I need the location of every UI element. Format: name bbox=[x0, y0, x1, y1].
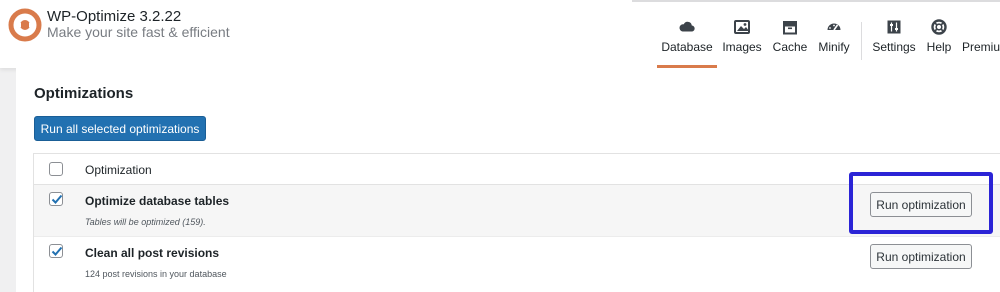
select-all-checkbox[interactable] bbox=[49, 162, 63, 176]
images-icon bbox=[734, 20, 750, 34]
checkmark-icon bbox=[51, 246, 63, 256]
top-header: WP-Optimize 3.2.22 Make your site fast &… bbox=[0, 0, 1000, 68]
help-icon bbox=[931, 19, 947, 35]
cloud-database-icon bbox=[679, 21, 695, 32]
nav-database[interactable]: Database bbox=[657, 18, 717, 68]
run-all-selected-button[interactable]: Run all selected optimizations bbox=[34, 116, 206, 141]
run-optimization-button[interactable]: Run optimization bbox=[870, 244, 972, 269]
cache-icon bbox=[783, 21, 797, 35]
main-content: Optimizations Run all selected optimizat… bbox=[16, 68, 1000, 292]
nav-help-label: Help bbox=[926, 40, 952, 54]
nav-images-label: Images bbox=[722, 40, 762, 54]
app-title: WP-Optimize 3.2.22 bbox=[47, 8, 182, 25]
wp-optimize-logo-icon bbox=[8, 8, 42, 42]
optimization-description: 124 post revisions in your database bbox=[85, 269, 227, 279]
run-optimization-button[interactable]: Run optimization bbox=[870, 192, 972, 217]
nav-cache[interactable]: Cache bbox=[771, 18, 809, 68]
premium-icon bbox=[962, 18, 1000, 36]
nav-database-label: Database bbox=[661, 40, 713, 54]
table-row: Clean all post revisions 124 post revisi… bbox=[34, 237, 1000, 292]
optimization-description: Tables will be optimized (159). bbox=[85, 217, 206, 227]
nav-help[interactable]: Help bbox=[925, 18, 953, 68]
nav-premium-label: Premiu bbox=[962, 40, 1000, 54]
top-divider bbox=[632, 0, 1000, 2]
settings-icon bbox=[887, 20, 901, 34]
nav-separator bbox=[861, 22, 862, 60]
nav-minify[interactable]: Minify bbox=[816, 18, 852, 68]
nav-minify-label: Minify bbox=[818, 40, 850, 54]
table-row: Optimize database tables Tables will be … bbox=[34, 185, 1000, 237]
checkmark-icon bbox=[51, 194, 63, 204]
page-title: Optimizations bbox=[34, 85, 134, 102]
nav-cache-label: Cache bbox=[772, 40, 808, 54]
column-header-optimization: Optimization bbox=[85, 163, 152, 177]
optimization-title: Clean all post revisions bbox=[85, 246, 220, 260]
table-header: Optimization bbox=[34, 154, 1000, 185]
optimize-tables-checkbox[interactable] bbox=[49, 192, 63, 206]
nav-settings-label: Settings bbox=[872, 40, 916, 54]
nav-settings[interactable]: Settings bbox=[870, 18, 918, 68]
app-tagline: Make your site fast & efficient bbox=[47, 24, 230, 40]
nav-premium[interactable]: Premiu bbox=[962, 18, 1000, 68]
clean-revisions-checkbox[interactable] bbox=[49, 244, 63, 258]
minify-icon bbox=[827, 23, 841, 31]
optimizations-table: Optimization Optimize database tables Ta… bbox=[33, 153, 1000, 292]
nav-images[interactable]: Images bbox=[722, 18, 762, 68]
optimization-title: Optimize database tables bbox=[85, 194, 230, 208]
